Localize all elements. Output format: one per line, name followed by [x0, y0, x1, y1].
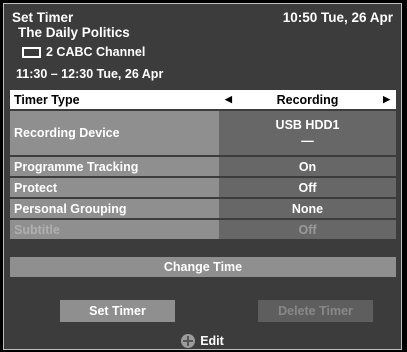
channel-name: 2 CABC Channel — [46, 45, 146, 59]
set-timer-screen: Set Timer 10:50 Tue, 26 Apr The Daily Po… — [3, 3, 402, 350]
setting-value: USB HDD1 — — [219, 111, 396, 155]
setting-row-recording-device[interactable]: Recording Device USB HDD1 — — [10, 111, 396, 155]
channel-icon — [22, 46, 41, 58]
set-timer-button[interactable]: Set Timer — [60, 300, 175, 322]
setting-value: Off — [219, 178, 396, 197]
setting-value: Recording — [276, 92, 339, 107]
setting-value: Off — [219, 220, 396, 239]
setting-row-timer-type[interactable]: Timer Type ◀ Recording ▶ — [10, 90, 396, 109]
setting-value: On — [219, 157, 396, 176]
setting-label: Timer Type — [10, 90, 219, 109]
setting-row-subtitle: Subtitle Off — [10, 220, 396, 239]
footer-hint: Edit — [4, 334, 401, 348]
setting-row-personal-grouping[interactable]: Personal Grouping None — [10, 199, 396, 218]
device-sub-value: — — [301, 134, 314, 148]
setting-row-programme-tracking[interactable]: Programme Tracking On — [10, 157, 396, 176]
setting-row-protect[interactable]: Protect Off — [10, 178, 396, 197]
programme-time-range: 11:30 – 12:30 Tue, 26 Apr — [16, 67, 164, 81]
screen-title: Set Timer — [12, 10, 74, 25]
dpad-icon — [181, 334, 196, 348]
change-time-button[interactable]: Change Time — [10, 257, 396, 277]
setting-label: Subtitle — [10, 220, 219, 239]
current-datetime: 10:50 Tue, 26 Apr — [282, 10, 393, 25]
channel-info: 2 CABC Channel — [22, 45, 145, 59]
programme-title: The Daily Politics — [18, 25, 130, 40]
arrow-right-icon[interactable]: ▶ — [383, 94, 390, 105]
footer-hint-text: Edit — [200, 334, 224, 348]
setting-label: Protect — [10, 178, 219, 197]
setting-value: None — [219, 199, 396, 218]
delete-timer-button: Delete Timer — [258, 300, 373, 322]
arrow-left-icon[interactable]: ◀ — [225, 94, 232, 105]
setting-label: Programme Tracking — [10, 157, 219, 176]
setting-label: Recording Device — [10, 111, 219, 155]
device-name: USB HDD1 — [275, 118, 340, 132]
setting-value-selector[interactable]: ◀ Recording ▶ — [219, 90, 396, 109]
setting-label: Personal Grouping — [10, 199, 219, 218]
